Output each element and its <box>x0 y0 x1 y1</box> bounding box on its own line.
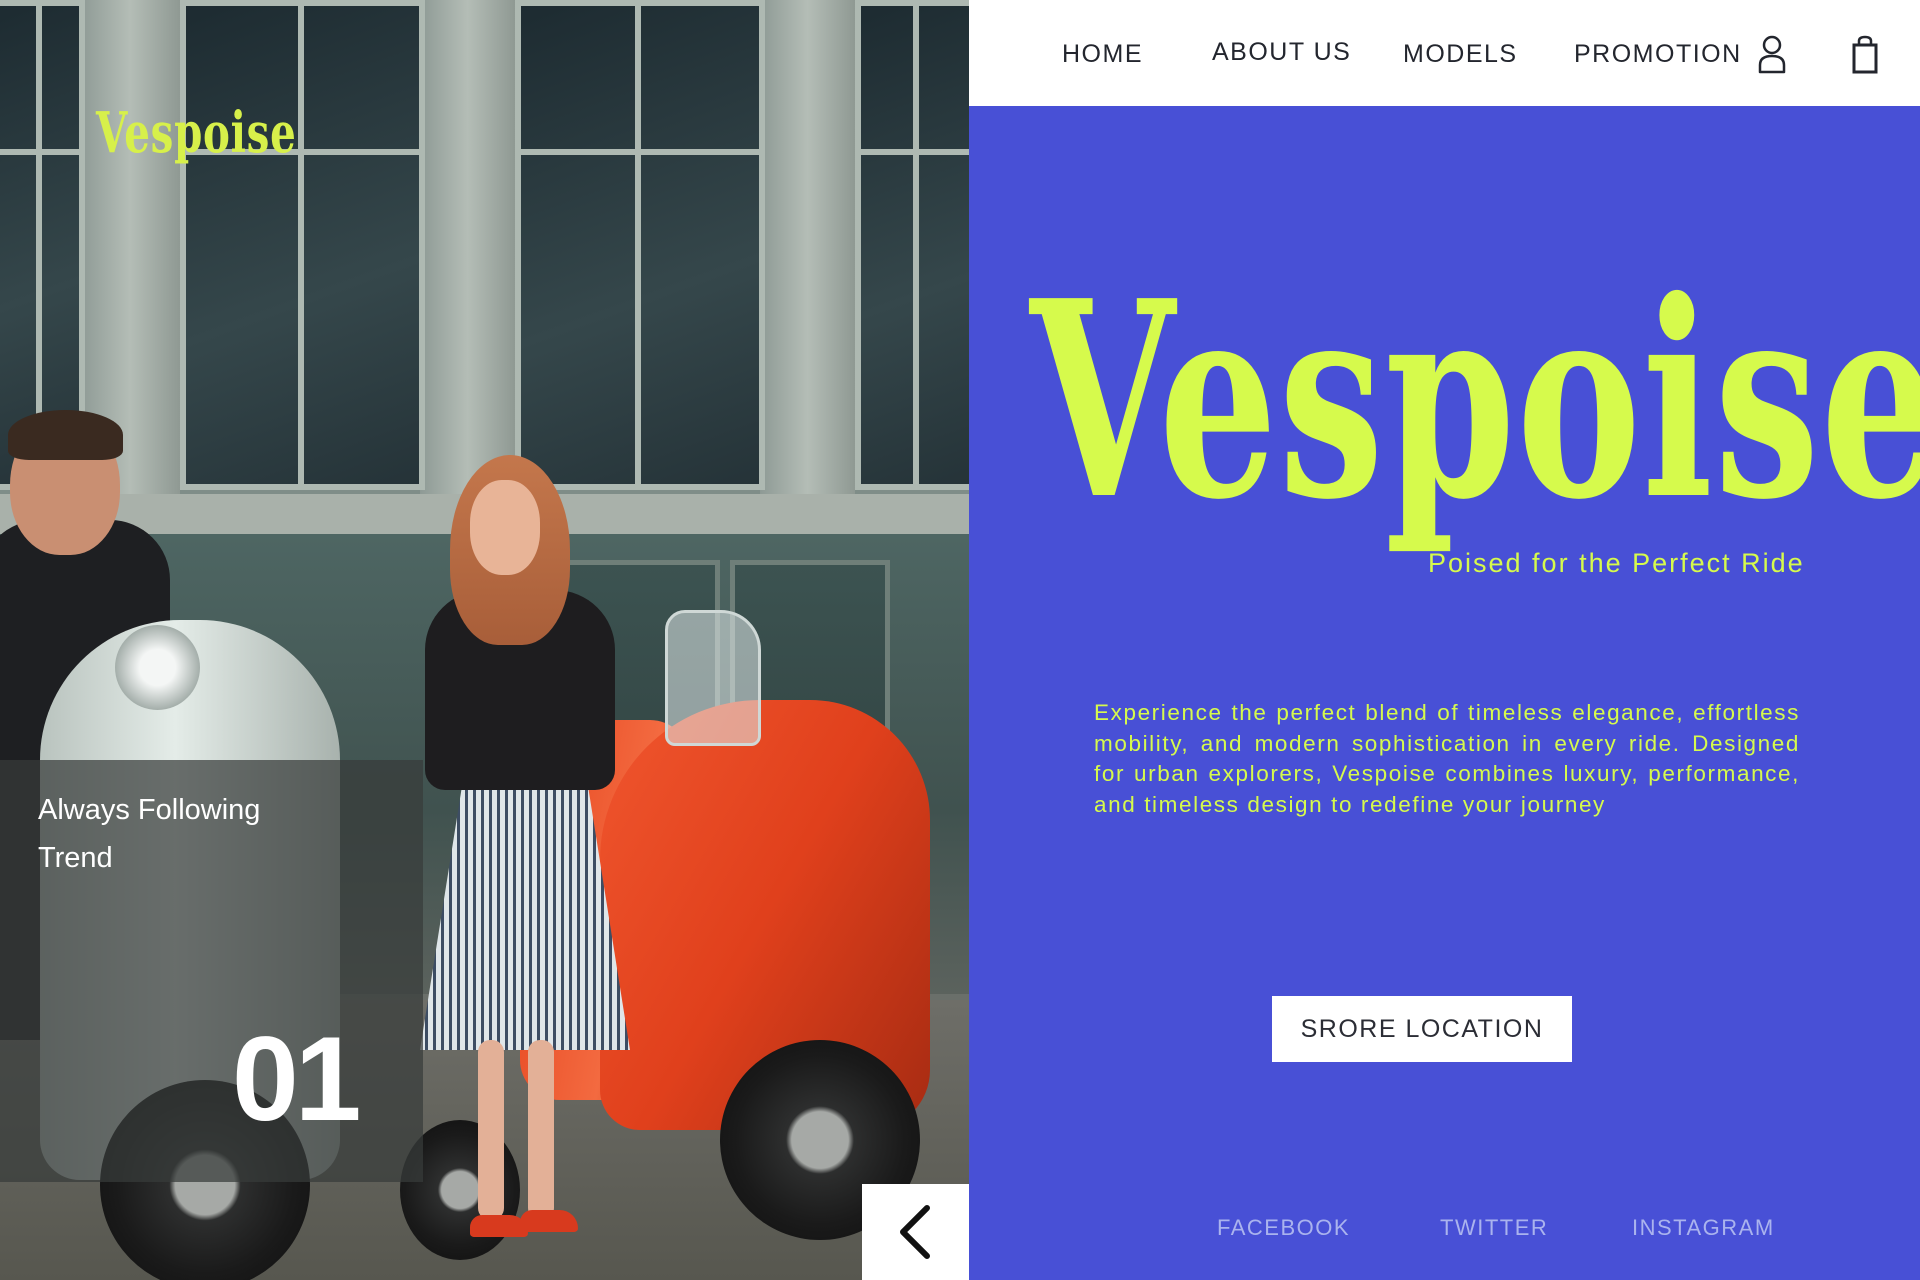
account-button[interactable] <box>1752 34 1792 74</box>
facebook-link[interactable]: FACEBOOK <box>1217 1215 1350 1241</box>
store-location-button[interactable]: SRORE LOCATION <box>1272 996 1572 1062</box>
slide-caption: Always Following Trend <box>38 794 261 874</box>
chevron-left-icon <box>900 1205 931 1259</box>
brand-title: Vespoise <box>1030 241 1920 559</box>
twitter-link[interactable]: TWITTER <box>1440 1215 1548 1241</box>
prev-slide-button[interactable] <box>862 1184 970 1280</box>
brand-tagline: Poised for the Perfect Ride <box>1428 548 1805 578</box>
hero-photo: Vespoise Always Following Trend 01 <box>0 0 969 1280</box>
shopping-bag-icon <box>1852 35 1878 74</box>
logo[interactable]: Vespoise <box>96 100 296 166</box>
nav-about-us[interactable]: ABOUT US <box>1212 38 1351 67</box>
nav-promotion[interactable]: PROMOTION <box>1574 40 1742 69</box>
cart-button[interactable] <box>1845 34 1885 74</box>
user-icon <box>1758 35 1786 74</box>
slide-number: 01 <box>232 1012 361 1146</box>
brand-description: Experience the perfect blend of timeless… <box>1094 700 1800 817</box>
nav-home[interactable]: HOME <box>1062 40 1143 69</box>
nav-models[interactable]: MODELS <box>1403 40 1518 69</box>
instagram-link[interactable]: INSTAGRAM <box>1632 1215 1775 1241</box>
